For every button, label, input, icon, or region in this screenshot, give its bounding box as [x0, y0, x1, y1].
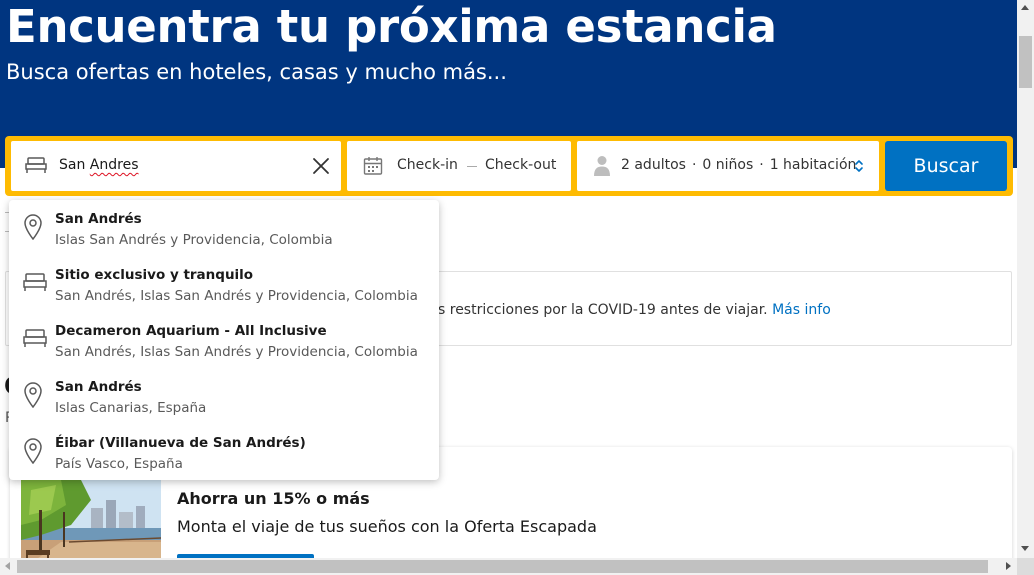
bed-icon: [25, 155, 47, 179]
rooms-count: 1 habitación: [769, 157, 857, 173]
separator: ·: [691, 157, 697, 173]
separator: ·: [759, 157, 764, 173]
checkout-label[interactable]: Check-out: [485, 157, 556, 173]
suggestion-name: Sitio exclusivo y tranquilo: [55, 267, 254, 283]
close-icon[interactable]: [309, 154, 333, 178]
suggestion-location: País Vasco, España: [55, 456, 183, 472]
suggestion-name: San Andrés: [55, 211, 142, 227]
suggestion-item[interactable]: San Andrés Islas San Andrés y Providenci…: [9, 202, 439, 258]
suggestion-location: Islas San Andrés y Providencia, Colombia: [55, 232, 333, 248]
more-info-link[interactable]: Más info: [772, 302, 831, 318]
bed-icon: [23, 328, 47, 352]
scroll-up-arrow-icon[interactable]: [1021, 5, 1029, 10]
suggestion-name: Éibar (Villanueva de San Andrés): [55, 435, 306, 451]
scroll-left-arrow-icon[interactable]: [5, 562, 10, 570]
map-pin-icon: [23, 214, 43, 244]
calendar-icon: [363, 156, 383, 180]
adults-count: 2 adultos: [621, 157, 686, 173]
suggestion-name: Decameron Aquarium - All Inclusive: [55, 323, 327, 339]
children-count: 0 niños: [702, 157, 754, 173]
destination-input[interactable]: San Andres: [59, 157, 139, 173]
vertical-scroll-thumb[interactable]: [1019, 36, 1032, 88]
suggestion-item[interactable]: Éibar (Villanueva de San Andrés) País Va…: [9, 426, 439, 482]
vertical-scrollbar[interactable]: [1017, 0, 1034, 558]
suggestion-location: Islas Canarias, España: [55, 400, 207, 416]
suggestion-item[interactable]: San Andrés Islas Canarias, España: [9, 370, 439, 426]
destination-misspelled-word: Andres: [89, 157, 139, 173]
up-down-chevron-icon: [853, 158, 865, 178]
promo-subtitle: Monta el viaje de tus sueños con la Ofer…: [177, 517, 597, 536]
suggestion-name: San Andrés: [55, 379, 142, 395]
map-pin-icon: [23, 382, 43, 412]
guests-field[interactable]: 2 adultos · 0 niños · 1 habitación: [577, 141, 879, 191]
map-pin-icon: [23, 438, 43, 468]
date-separator: [467, 166, 477, 167]
suggestion-item[interactable]: Sitio exclusivo y tranquilo San Andrés, …: [9, 258, 439, 314]
hero-title: Encuentra tu próxima estancia: [6, 0, 777, 53]
bed-icon: [23, 272, 47, 296]
autocomplete-dropdown: San Andrés Islas San Andrés y Providenci…: [9, 200, 439, 480]
suggestion-item[interactable]: Decameron Aquarium - All Inclusive San A…: [9, 314, 439, 370]
scroll-right-arrow-icon[interactable]: [1006, 562, 1011, 570]
checkin-label[interactable]: Check-in: [397, 157, 458, 173]
search-bar: San Andres Check-in Check-out 2 adultos ·…: [5, 136, 1013, 196]
horizontal-scrollbar[interactable]: [0, 558, 1017, 575]
scrollbar-corner: [1017, 558, 1034, 575]
dates-field[interactable]: Check-in Check-out: [347, 141, 571, 191]
covid-text: s restricciones por la COVID-19 antes de…: [438, 302, 768, 318]
guests-summary: 2 adultos · 0 niños · 1 habitación: [621, 157, 856, 173]
scroll-down-arrow-icon[interactable]: [1021, 546, 1029, 551]
promo-image: [21, 480, 161, 567]
horizontal-scroll-thumb[interactable]: [17, 560, 988, 573]
hero-subtitle: Busca ofertas en hoteles, casas y mucho …: [6, 60, 507, 84]
suggestion-location: San Andrés, Islas San Andrés y Providenc…: [55, 288, 418, 304]
covid-notice-text: s restricciones por la COVID-19 antes de…: [438, 302, 831, 318]
destination-text: San: [59, 157, 90, 173]
person-icon: [593, 155, 611, 181]
suggestion-location: San Andrés, Islas San Andrés y Providenc…: [55, 344, 418, 360]
destination-field[interactable]: San Andres: [11, 141, 341, 191]
search-button[interactable]: Buscar: [885, 141, 1007, 191]
promo-title: Ahorra un 15% o más: [177, 489, 370, 508]
